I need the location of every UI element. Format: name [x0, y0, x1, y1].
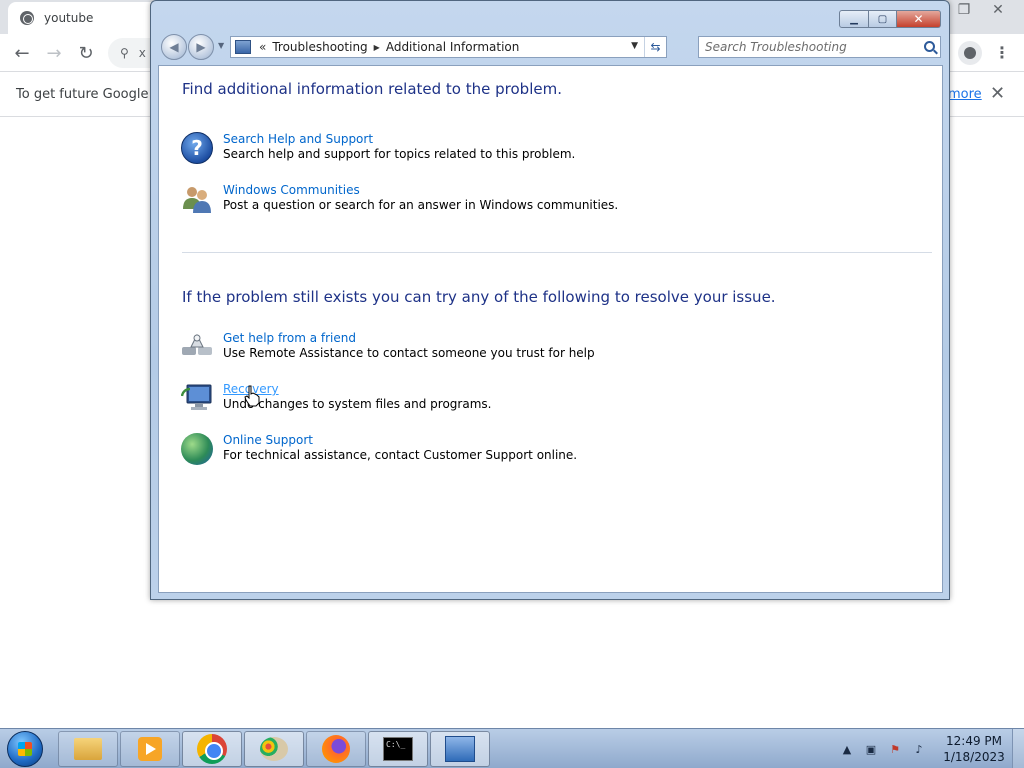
command-prompt-icon: C:\_ — [383, 737, 413, 761]
taskbar-firefox[interactable] — [306, 731, 366, 767]
start-button[interactable] — [7, 731, 43, 767]
tab-title: youtube — [44, 11, 94, 25]
paint-icon — [260, 737, 288, 761]
globe-icon — [181, 433, 213, 465]
people-icon — [183, 187, 211, 213]
item-description: Search help and support for topics relat… — [223, 147, 576, 161]
item-recovery[interactable]: Recovery Undo changes to system files an… — [181, 382, 881, 418]
more-menu-icon[interactable]: ⋮ — [994, 42, 1010, 64]
taskbar: C:\_ ▲ ▣ ⚑ ♪ 12:49 PM 1/18/2023 — [0, 728, 1024, 768]
remote-assistance-icon — [182, 333, 212, 355]
infobar-close-icon[interactable]: ✕ — [990, 83, 1005, 104]
back-icon[interactable]: ← — [11, 42, 33, 64]
chrome-icon — [197, 734, 227, 764]
system-tray: ▲ ▣ ⚑ ♪ — [840, 729, 926, 768]
favicon-globe-icon — [20, 11, 34, 25]
section-divider — [182, 252, 932, 253]
restore-icon[interactable]: ❐ — [947, 0, 981, 20]
clock[interactable]: 12:49 PM 1/18/2023 — [936, 733, 1012, 765]
folder-icon — [74, 738, 102, 760]
taskbar-chrome[interactable] — [182, 731, 242, 767]
item-search-help-and-support[interactable]: ? Search Help and Support Search help an… — [181, 132, 881, 168]
forward-button[interactable]: ▶ — [188, 34, 214, 60]
close-button[interactable]: ✕ — [897, 10, 941, 28]
section-heading-resolve-issue: If the problem still exists you can try … — [182, 288, 776, 306]
taskbar-explorer[interactable] — [58, 731, 118, 767]
omnibox-text: x — [138, 46, 146, 60]
show-desktop-button[interactable] — [1012, 729, 1024, 768]
breadcrumb-overflow[interactable]: « — [259, 40, 266, 54]
item-description: Use Remote Assistance to contact someone… — [223, 346, 595, 360]
profile-icon[interactable] — [958, 41, 982, 65]
media-player-icon — [138, 737, 162, 761]
item-title-link[interactable]: Search Help and Support — [223, 132, 373, 146]
action-center-flag-icon[interactable]: ⚑ — [888, 742, 902, 756]
back-button[interactable]: ◀ — [161, 34, 187, 60]
forward-icon[interactable]: → — [43, 42, 65, 64]
network-icon[interactable]: ▣ — [864, 742, 878, 756]
item-description: Post a question or search for an answer … — [223, 198, 619, 212]
infobar-text: To get future Google Ch — [16, 87, 170, 102]
item-title-link[interactable]: Get help from a friend — [223, 331, 356, 345]
item-windows-communities[interactable]: Windows Communities Post a question or s… — [181, 183, 881, 219]
search-icon: ⚲ — [120, 46, 129, 60]
browser-tab[interactable]: youtube — [8, 2, 158, 34]
taskbar-paint[interactable] — [244, 731, 304, 767]
breadcrumb-additional-information[interactable]: Additional Information — [386, 40, 520, 54]
window-controls: ▁ ▢ ✕ — [839, 10, 941, 28]
search-placeholder: Search Troubleshooting — [705, 40, 847, 54]
item-title-link[interactable]: Online Support — [223, 433, 313, 447]
show-hidden-icons-icon[interactable]: ▲ — [840, 742, 854, 756]
control-panel-icon — [235, 40, 251, 54]
item-get-help-from-friend[interactable]: Get help from a friend Use Remote Assist… — [181, 331, 881, 367]
close-icon[interactable]: ✕ — [981, 0, 1015, 20]
refresh-icon[interactable]: ⇆ — [644, 37, 666, 57]
hand-cursor-icon — [244, 385, 260, 407]
control-panel-icon — [445, 736, 475, 762]
maximize-button[interactable]: ▢ — [869, 10, 897, 28]
item-title-link[interactable]: Windows Communities — [223, 183, 360, 197]
taskbar-control-panel[interactable] — [430, 731, 490, 767]
search-troubleshooting-input[interactable]: Search Troubleshooting — [698, 36, 941, 58]
volume-icon[interactable]: ♪ — [912, 742, 926, 756]
recent-pages-dropdown[interactable]: ▼ — [218, 41, 224, 50]
section-heading-additional-info: Find additional information related to t… — [182, 80, 562, 98]
item-online-support[interactable]: Online Support For technical assistance,… — [181, 433, 881, 469]
taskbar-media-player[interactable] — [120, 731, 180, 767]
firefox-icon — [322, 735, 350, 763]
taskbar-cmd[interactable]: C:\_ — [368, 731, 428, 767]
search-icon[interactable] — [924, 41, 935, 52]
clock-time: 12:49 PM — [946, 734, 1002, 748]
item-description: For technical assistance, contact Custom… — [223, 448, 578, 462]
address-bar[interactable]: « Troubleshooting ▶ Additional Informati… — [230, 36, 667, 58]
content-pane: Find additional information related to t… — [158, 65, 943, 593]
help-icon: ? — [181, 132, 213, 164]
address-dropdown-icon[interactable]: ▼ — [631, 41, 638, 51]
breadcrumb-separator-icon[interactable]: ▶ — [374, 43, 380, 52]
omnibox[interactable]: ⚲ x — [108, 38, 154, 68]
item-description: Undo changes to system files and program… — [223, 397, 492, 411]
recovery-icon — [181, 384, 212, 410]
reload-icon[interactable]: ↻ — [75, 42, 97, 64]
troubleshooting-window: ▁ ▢ ✕ ◀ ▶ ▼ « Troubleshooting ▶ Addition… — [150, 0, 950, 600]
clock-date: 1/18/2023 — [943, 750, 1005, 764]
breadcrumb-troubleshooting[interactable]: Troubleshooting — [272, 40, 367, 54]
minimize-button[interactable]: ▁ — [839, 10, 869, 28]
infobar-learn-more-link[interactable]: more — [948, 87, 982, 102]
